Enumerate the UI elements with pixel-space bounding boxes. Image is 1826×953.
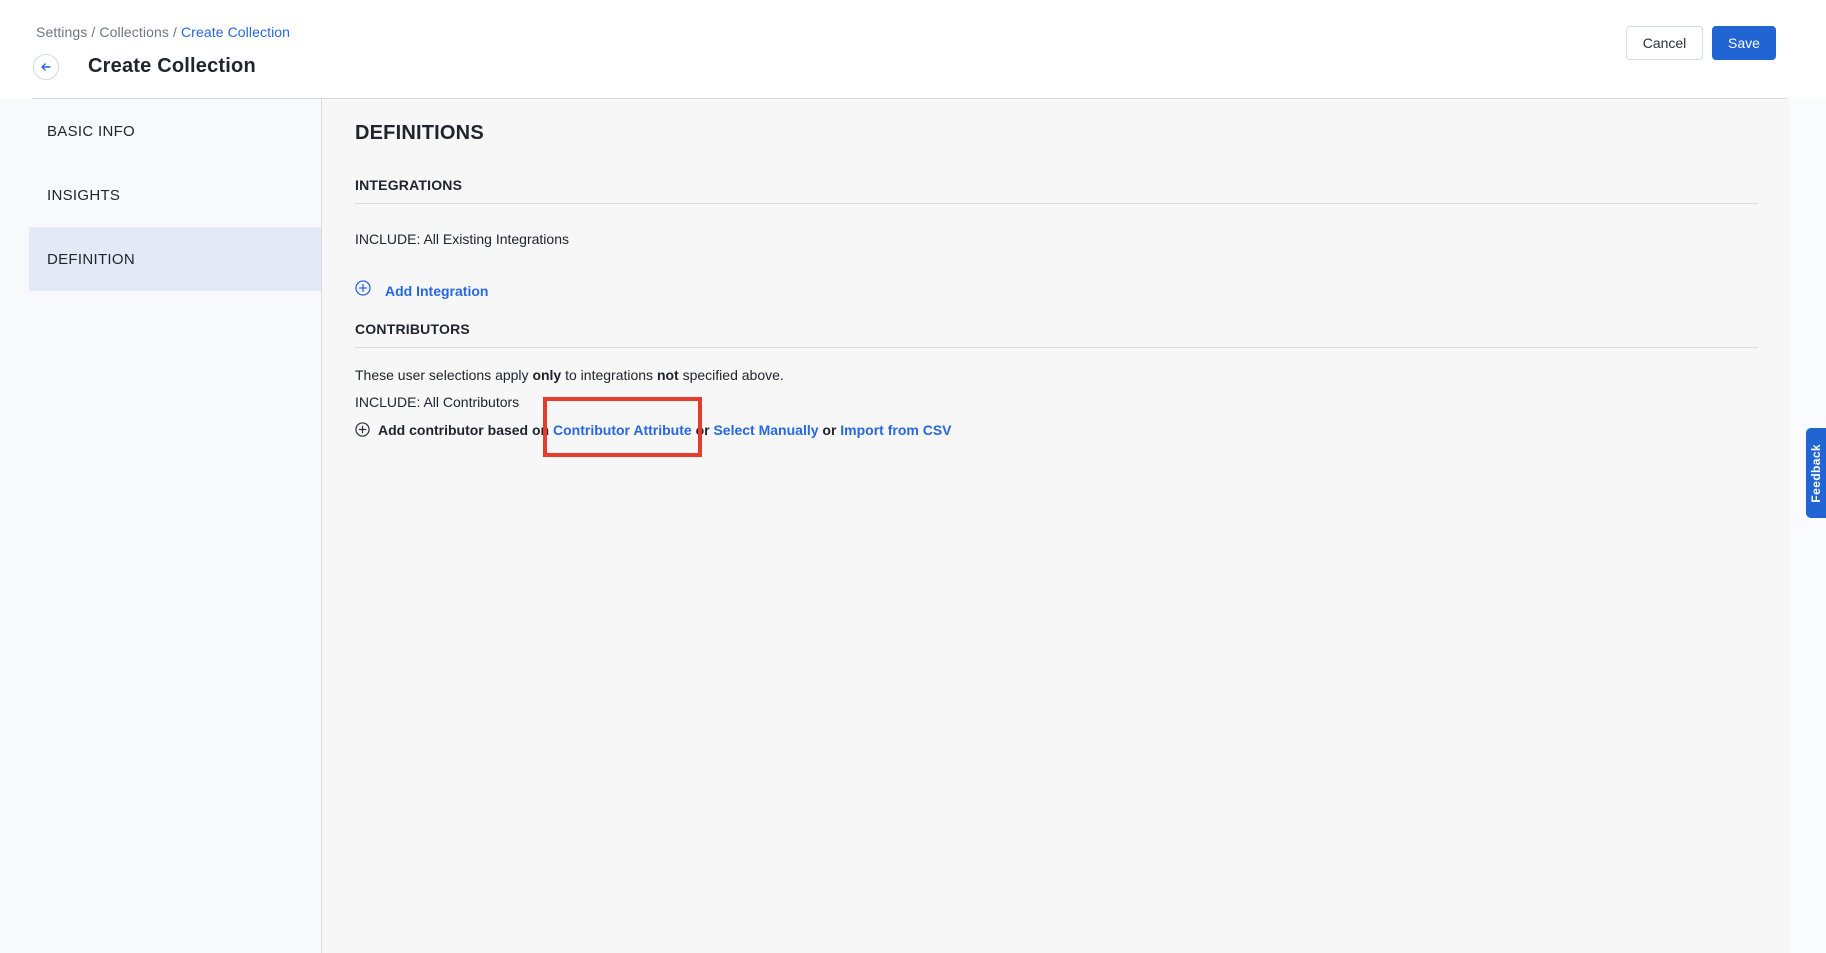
- sidebar-nav: BASIC INFO INSIGHTS DEFINITION: [0, 99, 322, 953]
- contributors-section-label: CONTRIBUTORS: [355, 321, 1758, 338]
- note-bold-only: only: [532, 367, 561, 383]
- add-integration-label: Add Integration: [385, 281, 488, 301]
- note-bold-not: not: [657, 367, 679, 383]
- definitions-title: DEFINITIONS: [355, 121, 1758, 145]
- integrations-include-text: INCLUDE: All Existing Integrations: [355, 231, 1758, 248]
- feedback-tab-label: Feedback: [1809, 444, 1823, 503]
- or-text: or: [692, 422, 714, 438]
- cancel-button[interactable]: Cancel: [1626, 26, 1703, 60]
- contributors-note: These user selections apply only to inte…: [355, 367, 1758, 384]
- sidebar-item-definition[interactable]: DEFINITION: [29, 227, 321, 291]
- plus-circle-icon: [355, 280, 371, 301]
- breadcrumb-separator: /: [169, 24, 181, 40]
- select-manually-link[interactable]: Select Manually: [713, 422, 818, 438]
- definitions-panel: DEFINITIONS INTEGRATIONS INCLUDE: All Ex…: [322, 99, 1789, 953]
- header-actions: Cancel Save: [1626, 26, 1776, 60]
- sidebar-item-basic-info[interactable]: BASIC INFO: [29, 99, 321, 163]
- contributor-attribute-link[interactable]: Contributor Attribute: [553, 422, 692, 438]
- page-title: Create Collection: [88, 55, 256, 78]
- right-gutter: Feedback: [1789, 99, 1826, 953]
- breadcrumb-collections[interactable]: Collections: [99, 24, 169, 40]
- integrations-section-label: INTEGRATIONS: [355, 177, 1758, 194]
- sidebar-item-insights[interactable]: INSIGHTS: [29, 163, 321, 227]
- or-text: or: [819, 422, 841, 438]
- breadcrumb-separator: /: [87, 24, 99, 40]
- add-contributor-row: Add contributor based on Contributor Att…: [355, 422, 1758, 441]
- breadcrumb-settings[interactable]: Settings: [36, 24, 87, 40]
- import-from-csv-link[interactable]: Import from CSV: [840, 422, 951, 438]
- feedback-tab[interactable]: Feedback: [1806, 428, 1826, 518]
- arrow-left-icon: [39, 60, 53, 74]
- plus-circle-icon: [355, 422, 370, 441]
- page-header: Settings/Collections/Create Collection C…: [0, 0, 1826, 99]
- body-layout: BASIC INFO INSIGHTS DEFINITION DEFINITIO…: [0, 99, 1826, 953]
- note-text: specified above.: [679, 367, 784, 383]
- add-integration-button[interactable]: Add Integration: [355, 280, 488, 301]
- add-contributor-prefix: Add contributor based on: [378, 422, 553, 438]
- contributors-include-text: INCLUDE: All Contributors: [355, 394, 1758, 411]
- breadcrumb-create-collection[interactable]: Create Collection: [181, 24, 290, 40]
- back-button[interactable]: [33, 54, 59, 80]
- contributors-divider: [355, 347, 1758, 348]
- breadcrumb: Settings/Collections/Create Collection: [36, 24, 290, 40]
- contributor-attribute-wrap: Contributor Attribute: [553, 422, 692, 438]
- integrations-divider: [355, 203, 1758, 204]
- note-text: to integrations: [561, 367, 657, 383]
- note-text: These user selections apply: [355, 367, 532, 383]
- save-button[interactable]: Save: [1712, 26, 1776, 60]
